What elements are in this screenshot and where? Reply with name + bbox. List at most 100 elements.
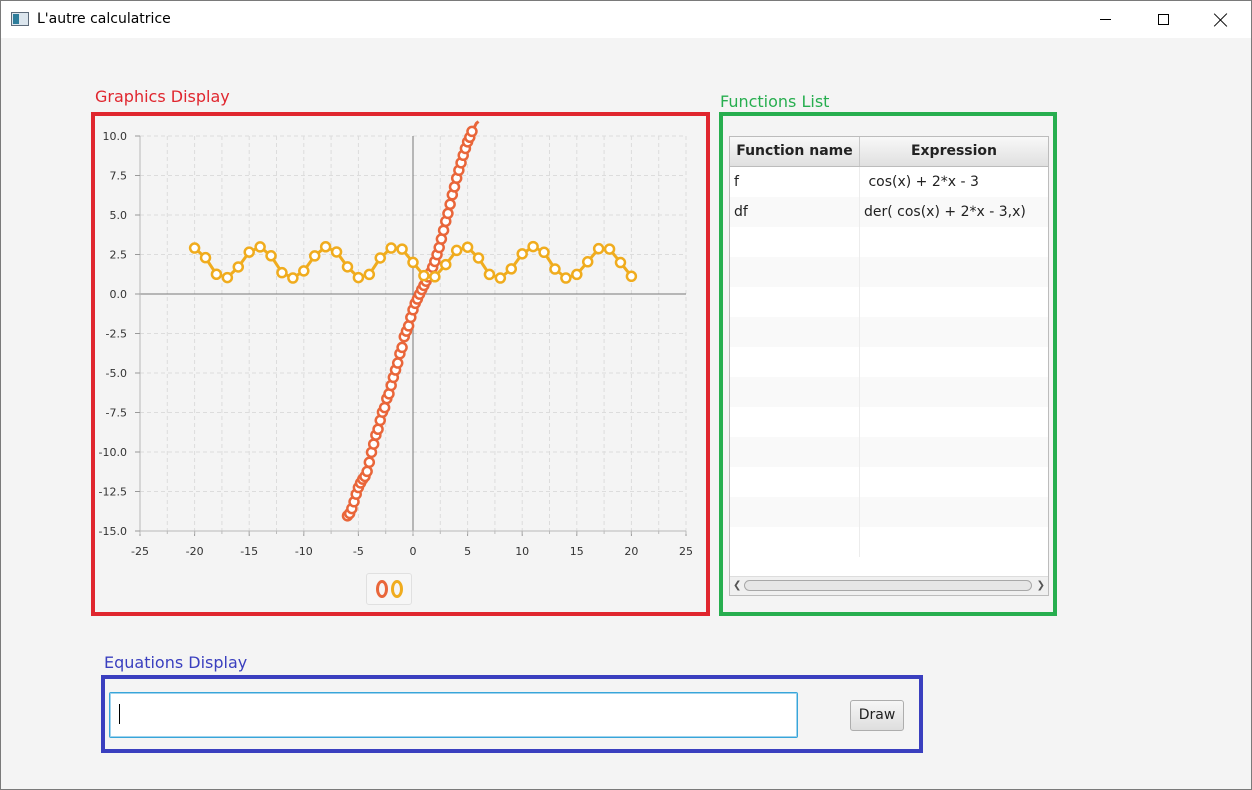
graphics-display-label: Graphics Display [95,87,230,106]
scroll-left-icon[interactable]: ❮ [733,580,741,592]
series-2-point [385,242,397,254]
series-1-point [367,438,380,450]
series-2-point [614,256,627,269]
window-title: L'autre calculatrice [37,11,171,27]
table-row[interactable] [730,227,1048,257]
chart-legend [366,573,412,605]
table-row[interactable] [730,467,1048,497]
series-2-point [483,268,496,281]
column-divider [859,407,860,437]
table-row[interactable] [730,377,1048,407]
x-tick-label: 0 [410,545,417,558]
table-row[interactable] [730,257,1048,287]
series-1-point [372,423,384,435]
series-2-point [265,250,277,262]
series-2-point [549,263,561,275]
series-2-point [461,241,474,253]
x-tick-label: 5 [464,545,471,558]
column-divider [859,227,860,257]
expression-cell[interactable]: der( cos(x) + 2*x - 3,x) [864,197,1046,227]
series-1-point [391,357,404,369]
y-tick-label: 2.5 [110,249,128,262]
series-2-point [396,243,408,255]
legend-marker-series-1 [375,580,388,598]
x-tick-label: -15 [240,545,258,558]
series-1-point [444,198,456,211]
series-2-point [581,256,594,268]
text-caret [119,704,120,724]
column-header-expression[interactable]: Expression [860,137,1048,166]
series-1-point [437,224,450,237]
table-row[interactable] [730,407,1048,437]
series-2-point [472,252,485,264]
series-2-point [243,246,255,258]
maximize-button[interactable] [1134,1,1192,38]
expression-cell[interactable]: cos(x) + 2*x - 3 [864,167,1046,197]
equation-input[interactable] [109,692,798,738]
y-tick-label: -12.5 [99,486,127,499]
series-2-point [538,246,550,259]
x-tick-label: -25 [131,545,149,558]
table-row[interactable] [730,317,1048,347]
scroll-right-icon[interactable]: ❯ [1037,580,1045,592]
y-tick-label: -7.5 [106,407,127,420]
series-2-point [188,242,201,254]
x-tick-label: 10 [515,545,529,558]
series-2-point [352,271,365,284]
table-row[interactable] [730,287,1048,317]
x-tick-label: -20 [186,545,204,558]
close-icon [1214,13,1228,27]
x-tick-label: 15 [570,545,584,558]
series-2-point [287,272,299,284]
series-2-point [450,244,463,257]
y-tick-label: 5.0 [110,209,128,222]
series-2-point [308,250,321,262]
draw-button[interactable]: Draw [850,700,904,731]
function-name-cell[interactable]: f [734,167,858,197]
series-2-point [276,266,288,279]
x-tick-label: -10 [295,545,313,558]
series-2-point [560,272,572,284]
y-tick-label: -5.0 [106,367,127,380]
minimize-icon [1099,19,1111,20]
series-2-point [505,263,518,275]
series-2-point [319,241,332,253]
y-tick-label: -15.0 [99,525,127,538]
column-divider [859,527,860,557]
functions-list-label: Functions List [720,92,830,111]
function-chart[interactable]: -25 -20 -15 -10 -5 0 5 10 15 20 25 10.0 7.5 5.0 2.5 0.0… [95,118,705,568]
series-2-point [330,246,343,258]
function-name-cell[interactable]: df [734,197,858,227]
functions-table[interactable]: Function name Expression f cos(x) + 2*x … [729,136,1049,596]
table-row[interactable] [730,347,1048,377]
series-2-point [199,251,212,264]
scrollbar-thumb[interactable] [744,580,1032,591]
close-button[interactable] [1192,1,1250,38]
column-header-function-name[interactable]: Function name [730,137,860,166]
series-2-point [625,270,638,283]
table-row[interactable] [730,527,1048,557]
column-divider [859,437,860,467]
series-2-point [527,240,539,253]
table-row[interactable] [730,437,1048,467]
series-1-point [396,341,408,354]
table-row[interactable]: f cos(x) + 2*x - 3 [730,167,1048,197]
table-row[interactable] [730,497,1048,527]
series-1-point [361,465,373,478]
series-2-point [440,258,452,271]
series-2-point [232,261,245,273]
minimize-button[interactable] [1076,1,1134,38]
column-divider [859,467,860,497]
table-header: Function name Expression [730,137,1048,167]
column-divider [859,287,860,317]
series-2-point [418,269,430,282]
series-2-point [210,268,223,280]
table-row[interactable]: df der( cos(x) + 2*x - 3,x) [730,197,1048,227]
column-divider [859,197,860,227]
app-icon [11,12,29,26]
series-1-point [378,401,391,414]
series-2-point [363,268,376,281]
series-2-point [516,248,528,260]
horizontal-scrollbar[interactable]: ❮ ❯ [730,576,1048,595]
column-divider [859,257,860,287]
